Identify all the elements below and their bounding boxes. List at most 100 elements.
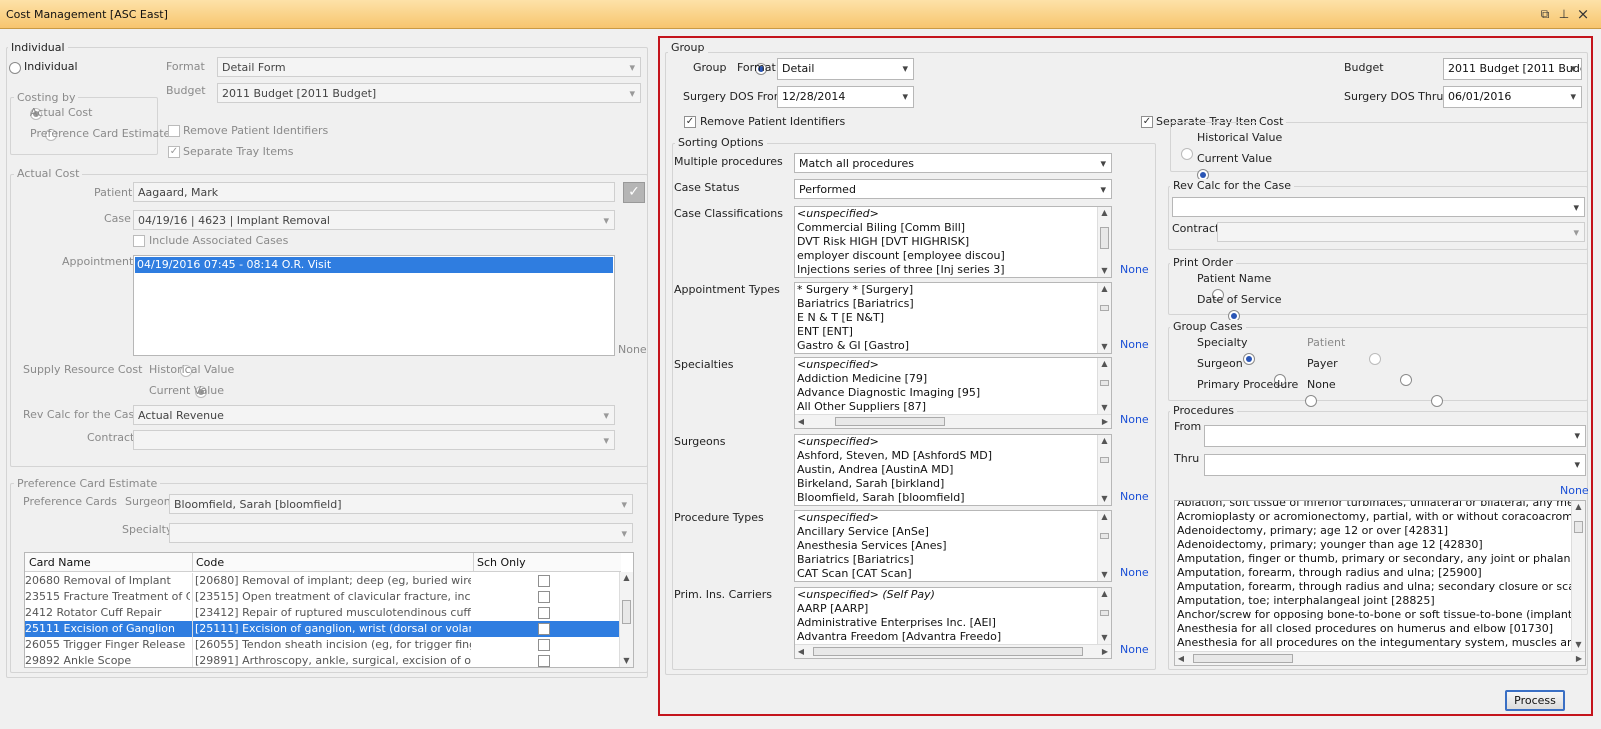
procedure-item[interactable]: Anchor/screw for opposing bone-to-bone o… [1175,608,1585,622]
list-item[interactable]: <unspecified> (Self Pay) [795,588,1111,602]
process-button[interactable]: Process [1505,690,1565,711]
gc-primary-proc-radio[interactable] [1305,395,1317,407]
list-item[interactable]: Bariatrics [Bariatrics] [795,553,1111,567]
sch-only-checkbox[interactable] [538,655,550,667]
list-item[interactable]: Gastro & GI [Gastro] [795,339,1111,353]
procedure-types-list[interactable]: <unspecified> Ancillary Service [AnSe] Ane… [794,510,1112,582]
pref-specialty-select[interactable] [169,523,633,543]
specialties-none-link[interactable]: None [1120,413,1149,426]
ind-separate-tray-checkbox[interactable]: ✓ [168,146,180,158]
close-icon[interactable]: × [1575,6,1591,22]
proc-thru-select[interactable] [1204,454,1586,476]
proc-from-select[interactable] [1204,425,1586,447]
list-item[interactable]: Advance Diagnostic Imaging [95] [795,386,1111,400]
dos-from-date[interactable]: 12/28/2014 [777,86,914,108]
specialties-list[interactable]: <unspecified> Addiction Medicine [79] Adva… [794,357,1112,429]
include-assoc-checkbox[interactable] [133,235,145,247]
procedure-item[interactable]: Ablation, soft tissue of inferior turbin… [1175,501,1585,510]
table-row[interactable]: 26055 Trigger Finger Release [26055] Tend… [25,637,621,653]
grp-historical-radio[interactable] [1181,148,1193,160]
procedure-item[interactable]: Anesthesia for all procedures on the int… [1175,636,1585,650]
case-classifications-none-link[interactable]: None [1120,263,1149,276]
case-classifications-list[interactable]: <unspecified> Commercial Biling [Comm Bil… [794,206,1112,278]
sch-only-checkbox[interactable] [538,607,550,619]
procedure-item[interactable]: Amputation, forearm, through radius and … [1175,580,1585,594]
gc-none-radio[interactable] [1430,395,1443,407]
sch-only-checkbox[interactable] [538,591,550,603]
list-item[interactable]: Advantra Freedom [Advantra Freedo] [795,630,1111,644]
grid-vscrollbar[interactable]: ▲ ▼ [619,572,633,667]
procedure-item[interactable]: Amputation, toe; interphalangeal joint [… [1175,594,1585,608]
restore-icon[interactable]: ⧉ [1537,6,1553,22]
list-item[interactable]: Bariatrics [Bariatrics] [795,297,1111,311]
grp-separate-tray-checkbox[interactable]: ✓ [1141,116,1153,128]
procedures-none-link[interactable]: None [1560,484,1589,497]
list-item[interactable]: <unspecified> [795,511,1111,525]
list-item[interactable]: Austin, Andrea [AustinA MD] [795,463,1111,477]
list-item[interactable]: Bloomfield, Sarah [bloomfield] [795,491,1111,505]
case-select[interactable]: 04/19/16 | 4623 | Implant Removal [133,210,615,230]
dos-thru-date[interactable]: 06/01/2016 [1443,86,1582,108]
list-item[interactable]: Addiction Medicine [79] [795,372,1111,386]
list-item[interactable]: ENT [ENT] [795,325,1111,339]
ind-rev-calc-select[interactable]: Actual Revenue [133,405,615,425]
grid-col-card-name[interactable]: Card Name [29,556,91,569]
list-item[interactable]: <unspecified> [795,435,1111,449]
table-row[interactable]: 2412 Rotator Cuff Repair [23412] Repair o… [25,605,621,621]
list-item[interactable]: Administrative Enterprises Inc. [AEI] [795,616,1111,630]
ind-appointments-none-link[interactable]: None [618,343,647,356]
sch-only-checkbox[interactable] [538,639,550,651]
individual-radio[interactable] [9,62,21,74]
procedure-item[interactable]: Acromioplasty or acromionectomy, partial… [1175,510,1585,524]
list-item[interactable]: Injections series of three [Inj series 3… [795,263,1111,277]
procedure-item[interactable]: Amputation, forearm, through radius and … [1175,566,1585,580]
surgeons-list[interactable]: <unspecified> Ashford, Steven, MD [Ashfor… [794,434,1112,506]
list-item[interactable]: employer discount [employee discou] [795,249,1111,263]
case-status-select[interactable]: Performed [794,179,1112,199]
table-row[interactable]: 20680 Removal of Implant [20680] Removal … [25,573,621,589]
list-item[interactable]: AARP [AARP] [795,602,1111,616]
grp-budget-select[interactable]: 2011 Budget [2011 Budg [1443,58,1582,80]
table-row[interactable]: 23515 Fracture Treatment of C... [23515] … [25,589,621,605]
list-item[interactable]: Anesthesia Services [Anes] [795,539,1111,553]
ind-format-select[interactable]: Detail Form [217,57,641,77]
pin-icon[interactable]: ⊥ [1556,6,1572,22]
gc-specialty-radio[interactable] [1243,353,1255,365]
list-item[interactable]: * Surgery * [Surgery] [795,283,1111,297]
procedure-item[interactable]: Anesthesia for all closed procedures on … [1175,622,1585,636]
ind-contract-select[interactable] [133,430,615,450]
pref-surgeon-select[interactable]: Bloomfield, Sarah [bloomfield] [169,494,633,514]
appointment-types-list[interactable]: * Surgery * [Surgery] Bariatrics [Bariatr… [794,282,1112,354]
grp-remove-patient-ids-checkbox[interactable]: ✓ [684,116,696,128]
appointment-item[interactable]: 04/19/2016 07:45 - 08:14 O.R. Visit [135,257,613,273]
grid-col-sch-only[interactable]: Sch Only [477,556,526,569]
prim-ins-carriers-list[interactable]: <unspecified> (Self Pay) AARP [AARP] Admin… [794,587,1112,659]
appointments-list[interactable]: 04/19/2016 07:45 - 08:14 O.R. Visit [133,255,615,356]
sch-only-checkbox[interactable] [538,575,550,587]
ind-remove-patient-ids-checkbox[interactable] [168,125,180,137]
gc-payer-radio[interactable] [1399,374,1412,386]
procedure-item[interactable]: Amputation, finger or thumb, primary or … [1175,552,1585,566]
grp-format-select[interactable]: Detail [777,58,914,80]
table-row[interactable]: 25111 Excision of Ganglion [25111] Excisi… [25,621,621,637]
ind-budget-select[interactable]: 2011 Budget [2011 Budget] [217,83,641,103]
grp-rev-calc-select[interactable] [1172,197,1585,217]
procedure-item[interactable]: Adenoidectomy, primary; younger than age… [1175,538,1585,552]
list-item[interactable]: Ancillary Service [AnSe] [795,525,1111,539]
table-row[interactable]: 29892 Ankle Scope [29891] Arthroscopy, an… [25,653,621,667]
list-item[interactable]: Commercial Biling [Comm Bill] [795,221,1111,235]
procedure-types-none-link[interactable]: None [1120,566,1149,579]
patient-field[interactable]: Aagaard, Mark [133,182,615,202]
multiple-proc-select[interactable]: Match all procedures [794,153,1112,173]
sch-only-checkbox[interactable] [538,623,550,635]
surgeons-none-link[interactable]: None [1120,490,1149,503]
pref-card-grid[interactable]: Card Name Code Sch Only 20680 Removal of… [24,552,634,668]
appointment-types-none-link[interactable]: None [1120,338,1149,351]
list-item[interactable]: DVT Risk HIGH [DVT HIGHRISK] [795,235,1111,249]
list-item[interactable]: <unspecified> [795,358,1111,372]
list-item[interactable]: All Other Suppliers [87] [795,400,1111,414]
list-item[interactable]: Birkeland, Sarah [birkland] [795,477,1111,491]
prim-ins-carriers-none-link[interactable]: None [1120,643,1149,656]
gc-patient-radio[interactable] [1368,353,1381,365]
list-item[interactable]: <unspecified> [795,207,1111,221]
